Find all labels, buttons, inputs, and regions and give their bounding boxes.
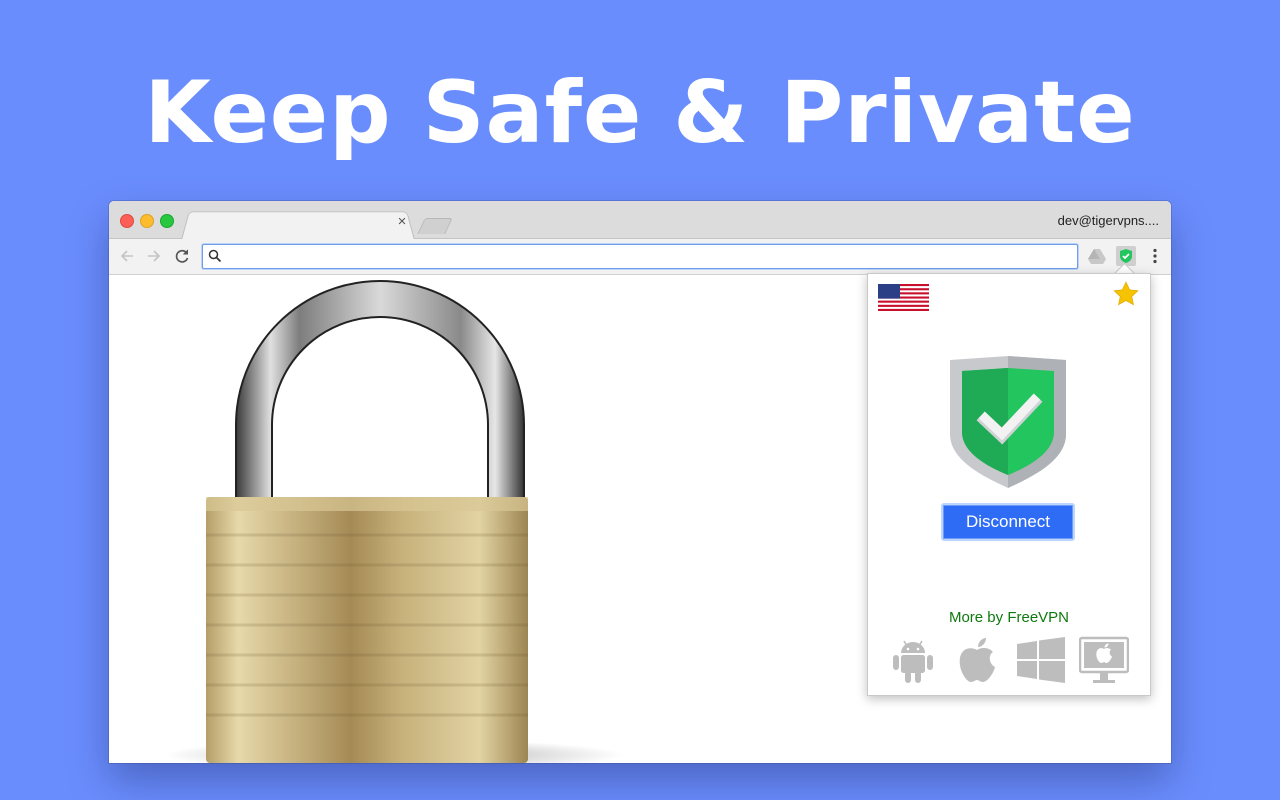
more-by-freevpn-label: More by FreeVPN — [948, 609, 1070, 626]
title-bar: × dev@tigervpns.... — [109, 201, 1171, 240]
mac-desktop-icon[interactable] — [1078, 636, 1130, 689]
profile-name[interactable]: dev@tigervpns.... — [1058, 213, 1159, 228]
close-window-button[interactable] — [120, 214, 134, 228]
maximize-window-button[interactable] — [160, 214, 174, 228]
tab-close-icon[interactable]: × — [395, 214, 409, 229]
address-input[interactable] — [227, 247, 1071, 267]
star-icon[interactable] — [1112, 280, 1140, 313]
address-bar[interactable] — [202, 244, 1078, 269]
shield-check-icon — [950, 356, 1066, 493]
minimize-window-button[interactable] — [140, 214, 154, 228]
android-icon[interactable] — [892, 636, 934, 689]
forward-arrow-icon[interactable] — [143, 245, 165, 267]
vpn-popup: Disconnect More by FreeVPN — [867, 273, 1151, 696]
windows-icon[interactable] — [1016, 636, 1066, 689]
vpn-extension-icon[interactable] — [1116, 246, 1136, 266]
reload-icon[interactable] — [171, 245, 193, 267]
back-arrow-icon[interactable] — [116, 245, 138, 267]
menu-kebab-icon[interactable] — [1145, 246, 1165, 266]
search-icon — [208, 249, 222, 268]
us-flag-icon[interactable] — [878, 284, 929, 316]
toolbar — [109, 239, 1171, 275]
disconnect-button[interactable]: Disconnect — [941, 503, 1075, 541]
apple-icon[interactable] — [956, 636, 998, 689]
tab-active[interactable] — [181, 211, 415, 240]
headline: Keep Safe & Private — [144, 63, 1136, 163]
new-tab-button[interactable] — [417, 218, 453, 234]
padlock-image — [164, 280, 624, 763]
drive-extension-icon[interactable] — [1087, 246, 1107, 266]
